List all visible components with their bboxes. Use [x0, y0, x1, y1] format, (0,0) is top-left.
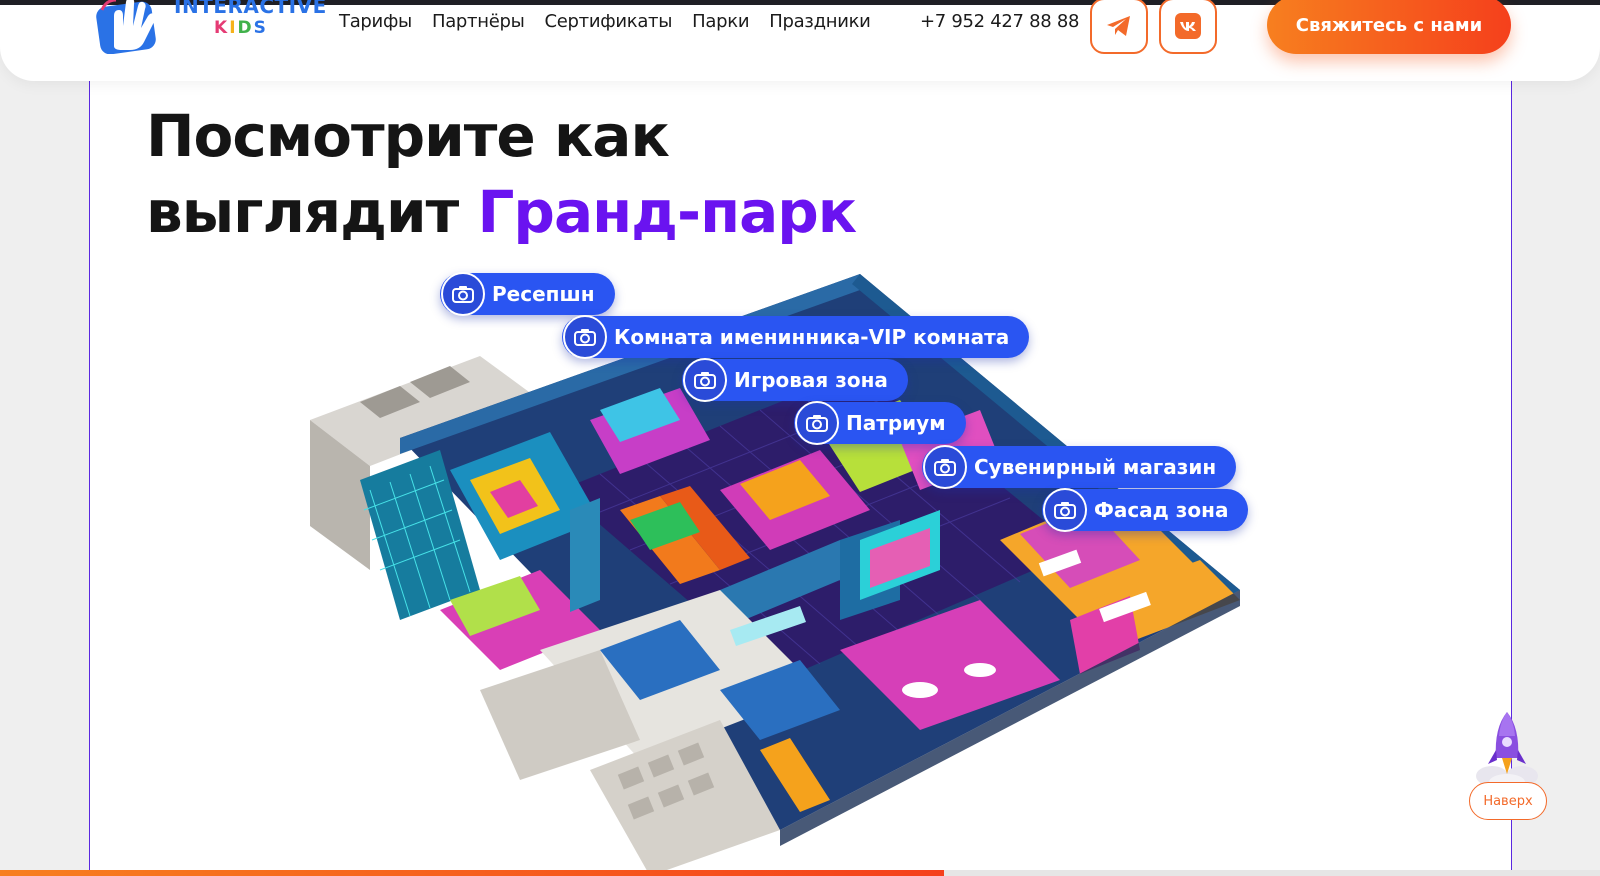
hand-logo-icon — [96, 0, 156, 54]
scroll-progress-fill — [0, 870, 944, 876]
hotspot-vip-room[interactable]: Комната именинника-VIP комната — [562, 315, 1030, 359]
back-to-top[interactable]: Наверх — [1466, 710, 1548, 820]
nav-item-certificates[interactable]: Сертификаты — [545, 11, 673, 32]
site-header: INTERACTIVE KIDS Тарифы Партнёры Сертифи… — [0, 0, 1600, 81]
hotspot-label: Комната именинника-VIP комната — [614, 325, 1010, 349]
logo-text-top: INTERACTIVE — [174, 0, 327, 18]
nav-item-parks[interactable]: Парки — [692, 11, 749, 32]
scroll-progress — [0, 870, 1600, 876]
phone-link[interactable]: +7 952 427 88 88 — [920, 11, 1079, 32]
hotspot-reception[interactable]: Ресепшн — [440, 272, 615, 316]
telegram-button[interactable] — [1090, 0, 1148, 54]
section-title: Посмотрите как выглядит Гранд-парк — [146, 98, 857, 250]
hotspot-label: Ресепшн — [492, 282, 595, 306]
logo[interactable]: INTERACTIVE KIDS — [90, 0, 326, 58]
title-line-2-prefix: выглядит — [146, 178, 478, 246]
nav-item-partners[interactable]: Партнёры — [432, 11, 525, 32]
title-line-2-accent: Гранд-парк — [477, 178, 857, 246]
hotspot-label: Патриум — [846, 411, 946, 435]
hotspot-play-zone[interactable]: Игровая зона — [682, 358, 908, 402]
back-to-top-label: Наверх — [1469, 782, 1547, 820]
title-line-1: Посмотрите как — [146, 102, 670, 170]
logo-letter: S — [253, 18, 268, 38]
camera-icon — [441, 272, 485, 316]
camera-icon — [563, 315, 607, 359]
hotspot-facade-zone[interactable]: Фасад зона — [1042, 488, 1249, 532]
main-nav: Тарифы Партнёры Сертификаты Парки Праздн… — [339, 11, 891, 32]
contact-us-button[interactable]: Свяжитесь с нами — [1267, 0, 1511, 54]
hotspot-label: Фасад зона — [1094, 498, 1229, 522]
camera-icon — [1043, 488, 1087, 532]
camera-icon — [683, 358, 727, 402]
rocket-icon — [1476, 712, 1538, 790]
vk-button[interactable] — [1159, 0, 1217, 54]
nav-item-holidays[interactable]: Праздники — [769, 11, 871, 32]
logo-letter: I — [229, 18, 238, 38]
logo-letter: K — [214, 18, 230, 38]
hotspot-patrium[interactable]: Патриум — [794, 401, 966, 445]
hotspot-souvenir-shop[interactable]: Сувенирный магазин — [922, 445, 1237, 489]
logo-text-bottom: KIDS — [214, 18, 268, 38]
logo-letter: D — [237, 18, 254, 38]
vk-icon — [1175, 13, 1201, 39]
hotspot-label: Игровая зона — [734, 368, 888, 392]
camera-icon — [923, 445, 967, 489]
telegram-icon — [1107, 16, 1130, 36]
camera-icon — [795, 401, 839, 445]
hotspot-label: Сувенирный магазин — [974, 455, 1217, 479]
nav-item-tariffs[interactable]: Тарифы — [339, 11, 412, 32]
